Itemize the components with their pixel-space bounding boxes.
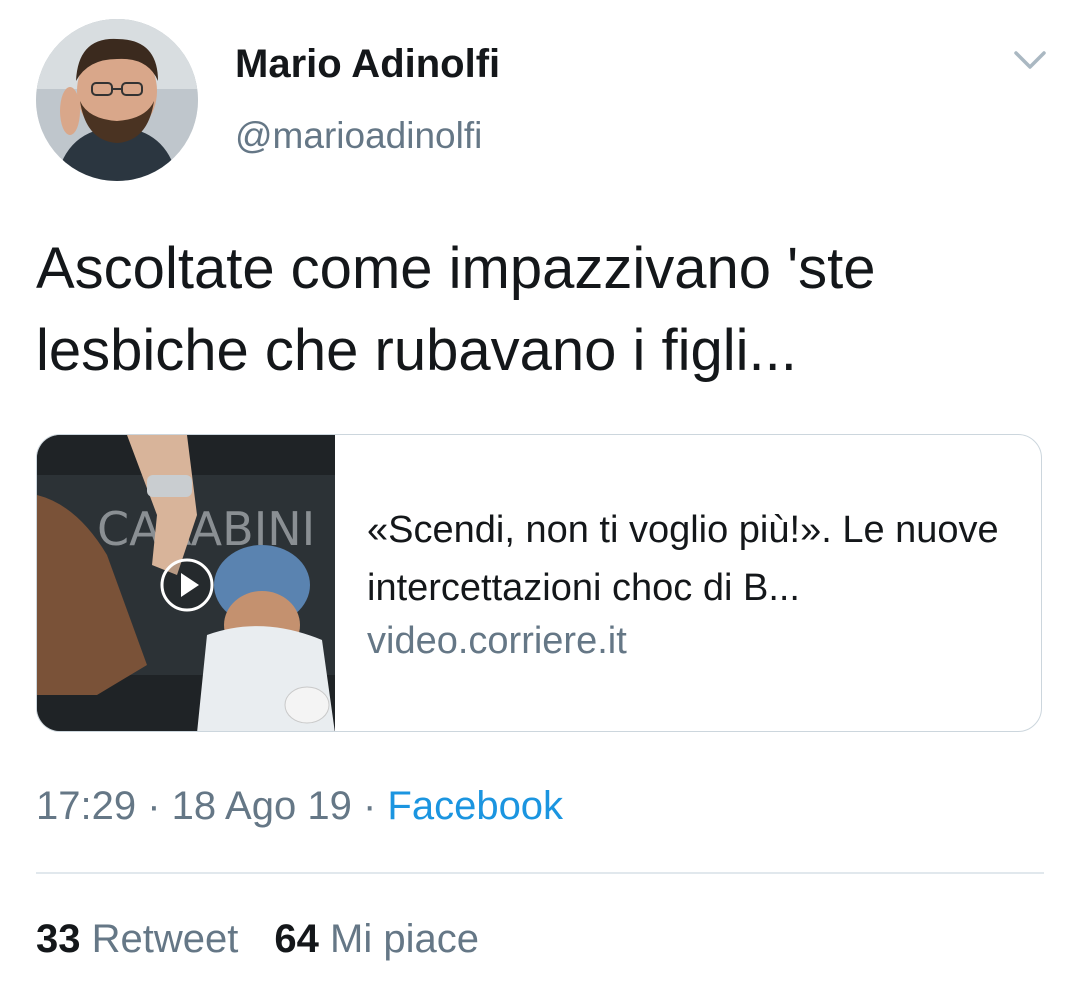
retweet-stat[interactable]: 33 Retweet [36, 917, 238, 961]
avatar[interactable] [36, 19, 198, 181]
chevron-down-icon[interactable] [1010, 45, 1050, 75]
avatar-image [36, 19, 198, 181]
display-name[interactable]: Mario Adinolfi [235, 42, 500, 87]
tweet-time[interactable]: 17:29 [36, 784, 136, 828]
like-count: 64 [274, 917, 319, 961]
link-card[interactable]: CARABINI «Scendi, non ti voglio più!». L… [36, 434, 1042, 732]
like-stat[interactable]: 64 Mi piace [274, 917, 479, 961]
meta-separator: · [136, 784, 172, 828]
user-handle[interactable]: @marioadinolfi [235, 115, 482, 157]
card-title: «Scendi, non ti voglio più!». Le nuove i… [367, 509, 999, 609]
like-label: Mi piace [330, 917, 479, 961]
tweet-date[interactable]: 18 Ago 19 [172, 784, 352, 828]
retweet-label: Retweet [91, 917, 239, 961]
retweet-count: 33 [36, 917, 81, 961]
tweet-source-link[interactable]: Facebook [387, 784, 563, 828]
meta-separator: · [351, 784, 388, 828]
thumb-text: CARABINI [97, 502, 315, 556]
play-icon[interactable] [159, 557, 215, 613]
divider [36, 872, 1044, 874]
card-domain: video.corriere.it [367, 620, 627, 662]
tweet-meta: 17:29 · 18 Ago 19 · Facebook [36, 784, 563, 829]
tweet-stats: 33 Retweet 64 Mi piace [36, 917, 479, 962]
tweet-text: Ascoltate come impazzivano 'ste lesbiche… [36, 236, 876, 383]
